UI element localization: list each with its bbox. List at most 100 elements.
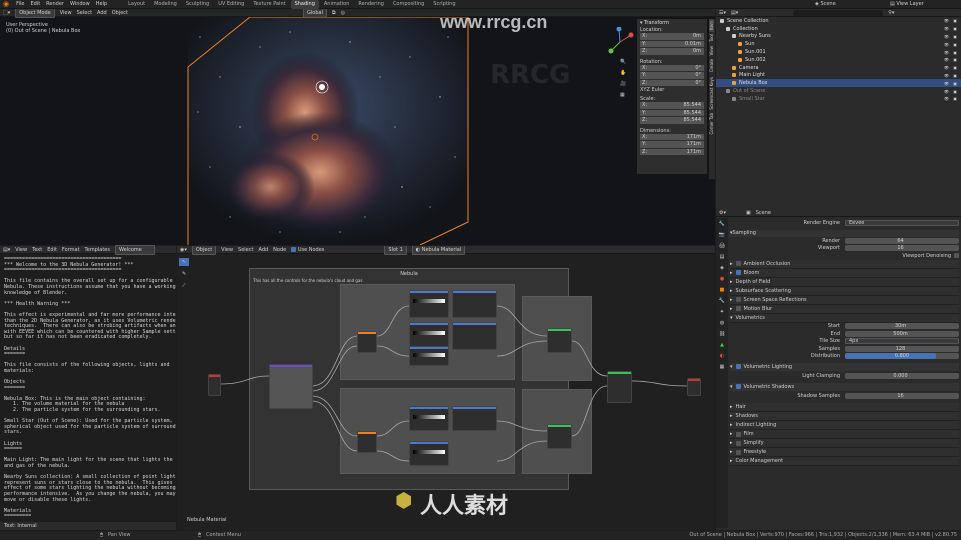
sidebar-tab-create[interactable]: Create [709, 57, 714, 74]
render-camera-icon[interactable]: ▣ [953, 89, 957, 94]
text-menu-format[interactable]: Format [62, 246, 80, 254]
constraints-tab-icon[interactable]: ⛓ [719, 331, 725, 337]
principled-volume-node-1[interactable] [547, 328, 572, 353]
render-camera-icon[interactable]: ▣ [953, 42, 957, 47]
volumetric-shadows-checkbox[interactable] [735, 384, 741, 390]
node-menu-node[interactable]: Node [273, 246, 286, 254]
location-field[interactable]: 0.01m [650, 40, 704, 48]
panel-indirect-lighting[interactable]: ▸ Indirect Lighting [730, 421, 959, 430]
node-editor-type-icon[interactable]: ◉▾ [180, 246, 187, 254]
principled-volume-node-2[interactable] [547, 424, 572, 449]
panel-checkbox[interactable] [735, 297, 741, 302]
viewport-menu-select[interactable]: Select [77, 9, 92, 17]
proportional-edit-icon[interactable]: ◎ [341, 9, 345, 17]
filter-icon[interactable]: ⚲▾ [888, 9, 894, 17]
tab-compositing[interactable]: Compositing [389, 0, 428, 9]
volumetric-lighting-checkbox[interactable] [735, 364, 741, 370]
tab-rendering[interactable]: Rendering [354, 0, 388, 9]
navigation-gizmo[interactable] [605, 27, 635, 57]
camera-view-icon[interactable]: 🎥 [620, 81, 626, 87]
tab-sculpting[interactable]: Sculpting [182, 0, 213, 9]
tab-texture-paint[interactable]: Texture Paint [249, 0, 289, 9]
sidebar-tab-corner-tab[interactable]: Corner Tab [709, 111, 714, 137]
panel-checkbox[interactable] [735, 440, 741, 446]
outliner-item[interactable]: Main Light 👁 ▣ [716, 72, 961, 80]
texture-coordinate-node[interactable] [208, 374, 221, 396]
text-menu-text[interactable]: Text [32, 246, 42, 254]
visibility-eye-icon[interactable]: 👁 [944, 96, 949, 101]
view-layer-selector[interactable]: ▤ View Layer [890, 0, 924, 9]
editor-type-icon[interactable]: ⬚▾ [3, 9, 10, 17]
text-content[interactable]: ======================================= *… [0, 254, 176, 520]
volumetric-samples-field[interactable]: 128 [845, 345, 959, 352]
viewport-menu-object[interactable]: Object [112, 9, 128, 17]
visibility-eye-icon[interactable]: 👁 [944, 18, 949, 23]
panel-hair[interactable]: ▸ Hair [730, 403, 959, 412]
color-ramp-node-1[interactable] [409, 290, 449, 318]
sampling-panel-header[interactable]: ▾ Sampling [730, 229, 959, 237]
noise-node-2[interactable] [357, 431, 377, 453]
panel-volumetrics[interactable]: ▾ Volumetrics [730, 313, 959, 323]
outliner-item[interactable]: Nebula Box 👁 ▣ [716, 79, 961, 88]
panel-freestyle[interactable]: ▸ Freestyle [730, 448, 959, 457]
distribution-slider[interactable]: 0.800 [845, 353, 959, 360]
material-tab-icon[interactable]: ◐ [720, 353, 724, 359]
color-ramp-node-3[interactable] [409, 346, 449, 366]
visibility-eye-icon[interactable]: 👁 [944, 26, 949, 31]
visibility-eye-icon[interactable]: 👁 [944, 50, 949, 55]
object-tab-icon[interactable]: ■ [720, 287, 725, 293]
material-output-node[interactable] [687, 378, 701, 396]
panel-shadows[interactable]: ▸ Shadows [730, 412, 959, 421]
outliner-item[interactable]: Sun.001 👁 ▣ [716, 48, 961, 56]
properties-type-icon[interactable]: ⚙▾ [719, 209, 726, 217]
panel-checkbox[interactable] [735, 306, 741, 311]
render-camera-icon[interactable]: ▣ [953, 26, 957, 31]
node-menu-select[interactable]: Select [238, 246, 253, 254]
panel-subsurface-scattering[interactable]: ▸ Subsurface Scattering [730, 286, 959, 296]
sidebar-tab-item[interactable]: Item [709, 19, 714, 33]
world-tab-icon[interactable]: ● [720, 276, 724, 282]
snap-icon[interactable]: ⧉ [332, 9, 336, 17]
viewport-menu-view[interactable]: View [60, 9, 72, 17]
annotate-tool-icon[interactable]: ✎ [179, 270, 189, 278]
sidebar-tab-view[interactable]: View [709, 44, 714, 58]
visibility-eye-icon[interactable]: 👁 [944, 42, 949, 47]
physics-tab-icon[interactable]: ◍ [720, 320, 724, 326]
scene-tab-icon[interactable]: ◈ [720, 265, 724, 271]
particles-tab-icon[interactable]: ✦ [720, 309, 724, 315]
mapping-node[interactable] [269, 364, 313, 409]
rotation-field[interactable]: 0° [650, 79, 704, 87]
tool-tab-icon[interactable]: 🔧 [719, 221, 725, 227]
volumetric-shadows-header[interactable]: ▾ Volumetric Shadows [730, 383, 959, 391]
render-camera-icon[interactable]: ▣ [953, 65, 957, 70]
texture-tab-icon[interactable]: ▦ [720, 364, 725, 370]
render-camera-icon[interactable]: ▣ [953, 50, 957, 55]
render-engine-dropdown[interactable]: Eevee [845, 219, 959, 226]
panel-depth-of-field[interactable]: ▸ Depth of Field [730, 277, 959, 287]
render-camera-icon[interactable]: ▣ [953, 34, 957, 39]
dimensions-field[interactable]: 171m [650, 133, 704, 141]
view-layer-tab-icon[interactable]: ▤ [720, 254, 725, 260]
outliner-item[interactable]: Sun 👁 ▣ [716, 40, 961, 48]
render-camera-icon[interactable]: ▣ [953, 96, 957, 101]
menu-window[interactable]: Window [68, 0, 92, 9]
volumetric-end-field[interactable]: 500m [845, 330, 959, 337]
panel-checkbox[interactable] [735, 431, 741, 437]
color-ramp-node-5[interactable] [409, 441, 449, 466]
panel-simplify[interactable]: ▸ Simplify [730, 439, 959, 448]
outliner-item[interactable]: Sun.002 👁 ▣ [716, 56, 961, 64]
outliner-item[interactable]: Small Star 👁 ▣ [716, 95, 961, 103]
math-node-2[interactable] [452, 322, 497, 350]
panel-motion-blur[interactable]: ▸ Motion Blur [730, 304, 959, 314]
viewport-menu-add[interactable]: Add [97, 9, 107, 17]
menu-render[interactable]: Render [44, 0, 66, 9]
object-type-selector[interactable]: Object [191, 246, 217, 255]
tab-modeling[interactable]: Modeling [150, 0, 181, 9]
scale-field[interactable]: 85.544 [650, 117, 704, 124]
sidebar-tab-tool[interactable]: Tool [709, 32, 714, 44]
rotation-field[interactable]: 0° [650, 64, 704, 72]
grid-icon[interactable]: ▦ [620, 92, 626, 98]
noise-node-1[interactable] [357, 331, 377, 353]
select-tool-icon[interactable]: ↖ [179, 258, 190, 266]
location-field[interactable]: 0m [650, 33, 704, 40]
